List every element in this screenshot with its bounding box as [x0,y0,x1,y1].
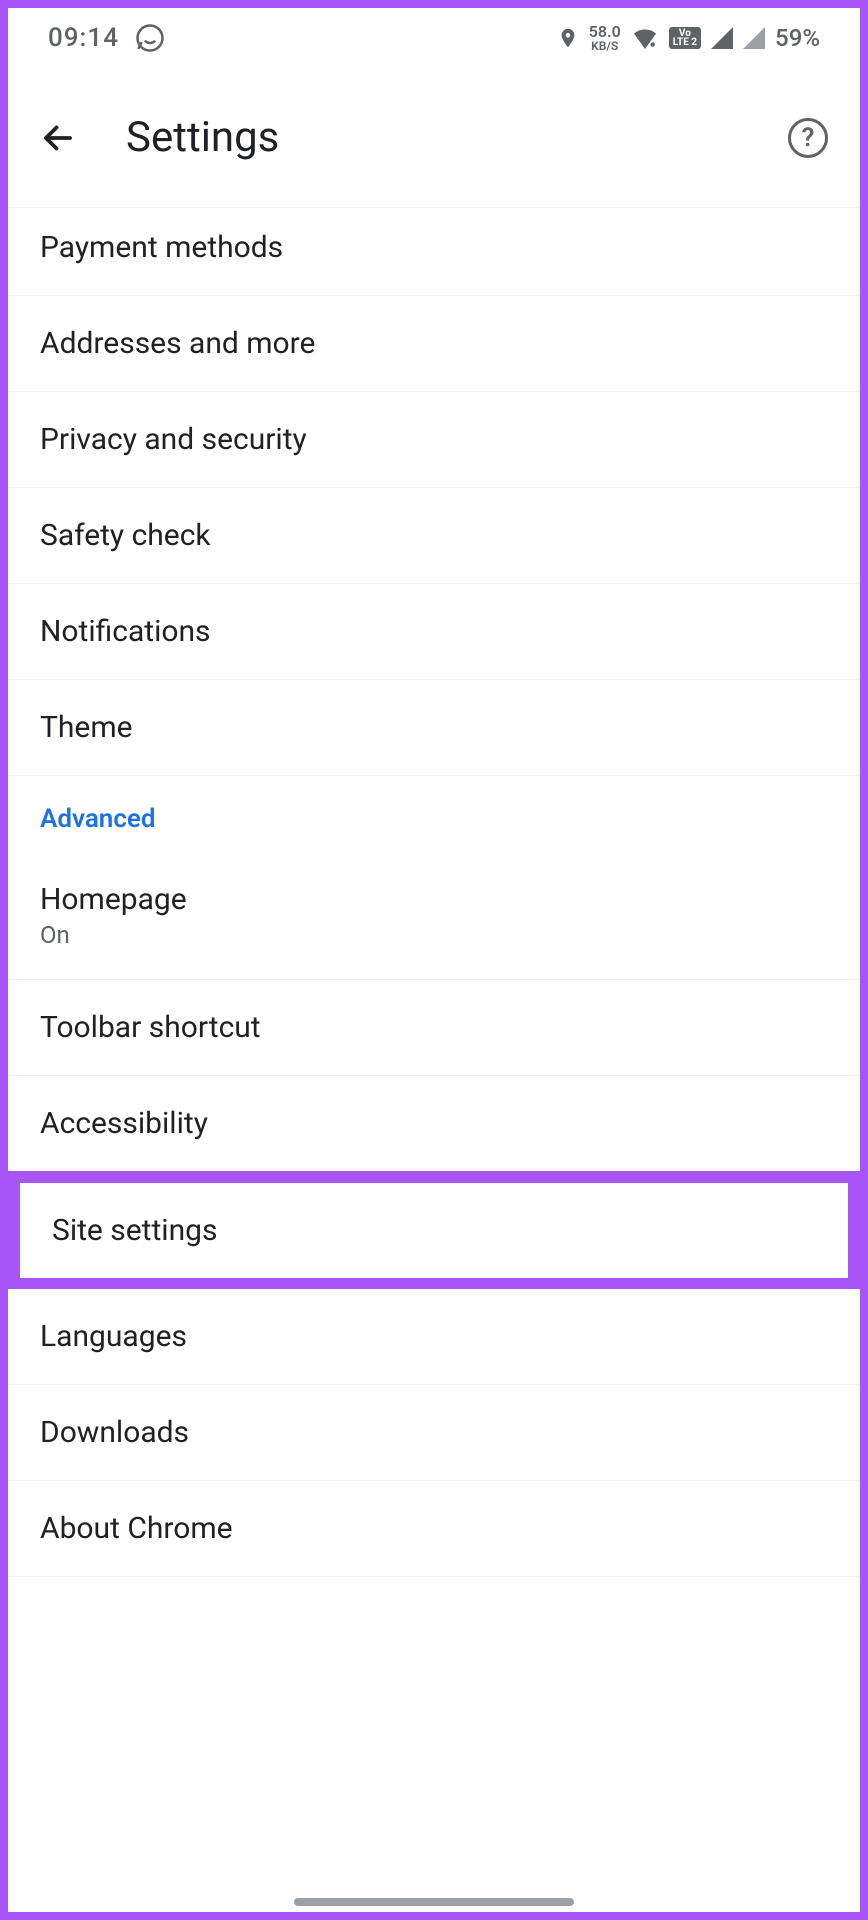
setting-privacy[interactable]: Privacy and security [8,392,860,488]
setting-label: Theme [40,710,828,745]
setting-about-chrome[interactable]: About Chrome [8,1481,860,1577]
setting-label: Notifications [40,614,828,649]
help-icon[interactable]: ? [788,118,828,158]
setting-site-settings[interactable]: Site settings [8,1171,860,1290]
setting-payment-methods[interactable]: Payment methods [8,208,860,296]
setting-label: Downloads [40,1415,828,1450]
setting-label: About Chrome [40,1511,828,1546]
settings-list[interactable]: Payment methods Addresses and more Priva… [8,208,860,1912]
network-speed: 58.0 KB/S [589,24,621,52]
setting-theme[interactable]: Theme [8,680,860,776]
whatsapp-icon [135,23,165,53]
setting-accessibility[interactable]: Accessibility [8,1076,860,1172]
setting-label: Privacy and security [40,422,828,457]
setting-label: Addresses and more [40,326,828,361]
wifi-icon [631,27,659,49]
setting-toolbar-shortcut[interactable]: Toolbar shortcut [8,980,860,1076]
setting-downloads[interactable]: Downloads [8,1385,860,1481]
setting-languages[interactable]: Languages [8,1289,860,1385]
setting-label: Homepage [40,882,828,917]
volte-badge: Vo LTE 2 [669,27,701,49]
app-bar: Settings ? [8,68,860,208]
back-button[interactable] [40,120,76,156]
setting-safety-check[interactable]: Safety check [8,488,860,584]
status-time: 09:14 [48,23,119,53]
setting-addresses[interactable]: Addresses and more [8,296,860,392]
section-header-advanced: Advanced [8,776,860,852]
setting-homepage[interactable]: Homepage On [8,852,860,980]
setting-notifications[interactable]: Notifications [8,584,860,680]
setting-label: Toolbar shortcut [40,1010,828,1045]
page-title: Settings [126,113,738,162]
signal-icon-2 [743,27,765,49]
navigation-handle[interactable] [294,1898,574,1906]
setting-sublabel: On [40,921,828,949]
signal-icon-1 [711,27,733,49]
setting-label: Safety check [40,518,828,553]
setting-label: Languages [40,1319,828,1354]
battery-percent: 59% [775,24,820,52]
location-icon [557,24,579,52]
setting-label: Site settings [52,1213,816,1248]
setting-label: Payment methods [40,230,828,265]
status-bar: 09:14 58.0 KB/S [8,8,860,68]
setting-label: Accessibility [40,1106,828,1141]
